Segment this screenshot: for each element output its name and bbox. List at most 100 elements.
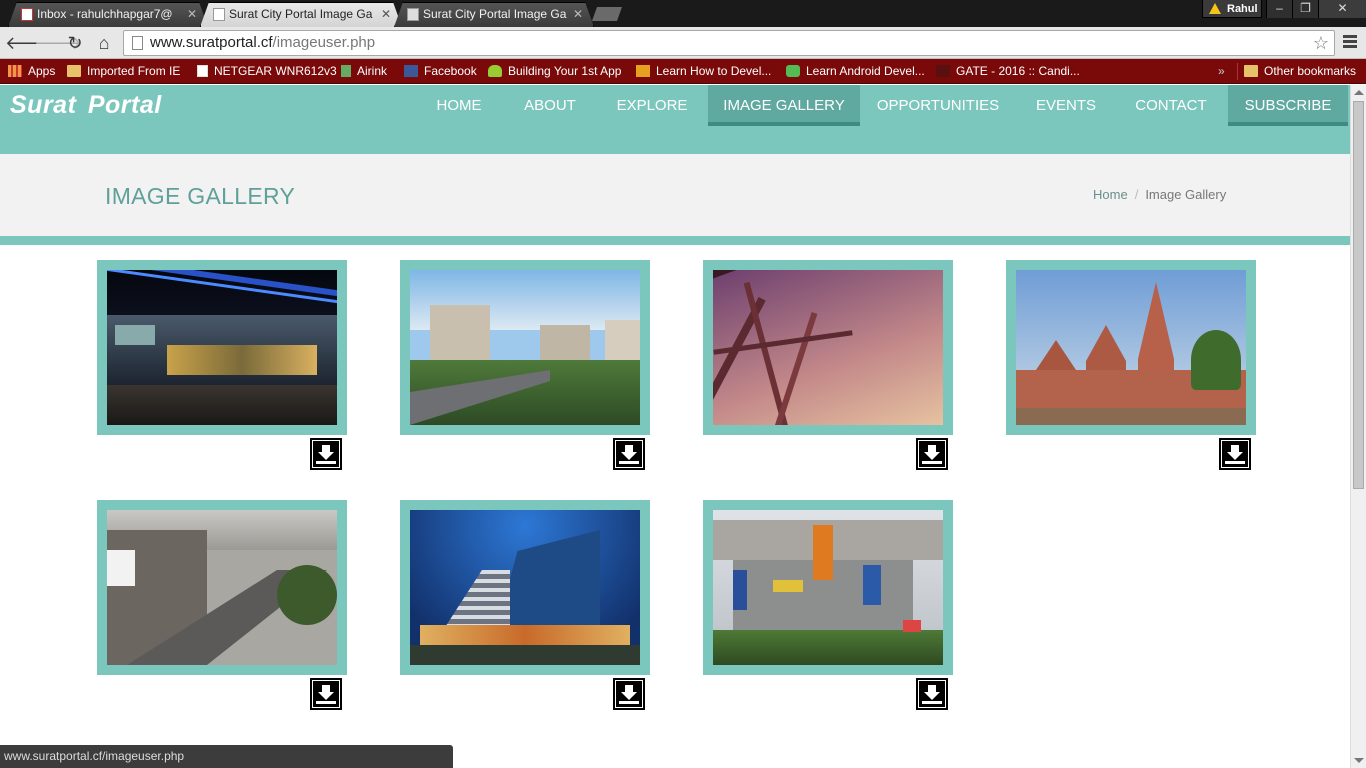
bookmark-label: NETGEAR WNR612v3: [214, 64, 337, 78]
nav-explore[interactable]: EXPLORE: [606, 85, 698, 126]
page-icon: [213, 8, 225, 21]
download-button[interactable]: [916, 438, 948, 470]
divider: [1237, 63, 1238, 80]
warning-icon: [1209, 3, 1221, 14]
page-icon: [132, 36, 143, 50]
reload-icon[interactable]: ↻: [63, 31, 87, 55]
site-logo[interactable]: Surat Portal: [10, 91, 162, 120]
close-icon[interactable]: ✕: [573, 3, 583, 26]
scroll-up-arrow-icon[interactable]: [1354, 90, 1364, 95]
browser-menu-icon[interactable]: [1343, 35, 1357, 49]
page-title: IMAGE GALLERY: [105, 183, 296, 209]
gallery-item-6[interactable]: [400, 500, 650, 675]
nav-home[interactable]: HOME: [422, 85, 496, 126]
apps-icon: [8, 65, 22, 77]
bookmarks-bar: Apps Imported From IE NETGEAR WNR612v3 A…: [0, 59, 1366, 84]
download-icon: [919, 441, 945, 467]
bookmark-star-icon[interactable]: ☆: [1313, 31, 1329, 55]
breadcrumb-home[interactable]: Home: [1093, 187, 1128, 202]
shield-icon: [786, 65, 800, 77]
bookmark-learn-how-to-develop[interactable]: Learn How to Devel...: [636, 59, 771, 84]
android-icon: [488, 65, 502, 77]
tab-inbox[interactable]: Inbox - rahulchhapgar7@ ✕: [8, 2, 208, 27]
tab-title: Surat City Portal Image Ga: [423, 7, 567, 21]
profile-button[interactable]: Rahul: [1202, 0, 1262, 18]
gate-icon: [936, 65, 950, 77]
gallery-item-1[interactable]: [97, 260, 347, 435]
gallery-image-mall[interactable]: [107, 270, 337, 425]
gallery-image-temple[interactable]: [1016, 270, 1246, 425]
gallery-item-3[interactable]: [703, 260, 953, 435]
download-icon: [313, 681, 339, 707]
nav-events[interactable]: EVENTS: [1024, 85, 1108, 126]
minimize-button[interactable]: –: [1266, 0, 1292, 18]
bookmark-gate-2016[interactable]: GATE - 2016 :: Candi...: [936, 59, 1080, 84]
url-host: www.suratportal.cf: [150, 34, 273, 51]
forward-arrow-icon[interactable]: 🡒: [34, 31, 82, 55]
download-button[interactable]: [613, 678, 645, 710]
download-button[interactable]: [916, 678, 948, 710]
download-icon: [616, 441, 642, 467]
profile-name: Rahul: [1227, 3, 1258, 15]
address-bar[interactable]: www.suratportal.cf/imageuser.php ☆: [123, 30, 1335, 56]
nav-opportunities[interactable]: OPPORTUNITIES: [872, 85, 1004, 126]
back-arrow-icon[interactable]: 🡐: [5, 31, 53, 55]
gallery-item-4[interactable]: [1006, 260, 1256, 435]
bookmark-label: Building Your 1st App: [508, 64, 622, 78]
scrollbar-thumb[interactable]: [1353, 101, 1364, 489]
download-button[interactable]: [613, 438, 645, 470]
page-icon: [407, 8, 419, 21]
breadcrumb: Home / Image Gallery: [1093, 187, 1226, 202]
gallery-image-apartment-complex[interactable]: [713, 510, 943, 665]
close-window-button[interactable]: ✕: [1318, 0, 1366, 18]
folder-icon: [1244, 65, 1258, 77]
new-tab-button[interactable]: [592, 7, 622, 21]
nav-subscribe[interactable]: SUBSCRIBE: [1228, 85, 1348, 126]
download-button[interactable]: [310, 438, 342, 470]
close-icon[interactable]: ✕: [187, 3, 197, 26]
tab-image-gallery[interactable]: Surat City Portal Image Ga ✕: [200, 2, 402, 27]
restore-button[interactable]: ❐: [1292, 0, 1318, 18]
bookmark-airink[interactable]: Airink: [341, 59, 387, 84]
browser-tab-strip: Inbox - rahulchhapgar7@ ✕ Surat City Por…: [0, 0, 1366, 27]
facebook-icon: [404, 65, 418, 77]
bookmark-facebook[interactable]: Facebook: [404, 59, 477, 84]
scroll-down-arrow-icon[interactable]: [1354, 758, 1364, 763]
page-viewport: Surat Portal HOME ABOUT EXPLORE IMAGE GA…: [0, 85, 1350, 768]
url-path: /imageuser.php: [272, 34, 376, 51]
bookmark-apps[interactable]: Apps: [8, 59, 55, 84]
bookmark-label: Airink: [357, 64, 388, 78]
gallery-image-flyover[interactable]: [107, 510, 337, 665]
bookmark-netgear[interactable]: NETGEAR WNR612v3: [197, 59, 337, 84]
gallery-item-2[interactable]: [400, 260, 650, 435]
close-icon[interactable]: ✕: [381, 3, 391, 26]
divider: [0, 236, 1350, 245]
download-icon: [919, 681, 945, 707]
download-button[interactable]: [1219, 438, 1251, 470]
download-icon: [616, 681, 642, 707]
breadcrumb-current: Image Gallery: [1145, 187, 1227, 202]
tab-image-gallery-2[interactable]: Surat City Portal Image Ga ✕: [394, 2, 594, 27]
gallery-item-7[interactable]: [703, 500, 953, 675]
bookmark-label: Apps: [28, 64, 56, 78]
download-button[interactable]: [310, 678, 342, 710]
folder-icon: [67, 65, 81, 77]
bookmark-learn-android[interactable]: Learn Android Devel...: [786, 59, 925, 84]
gallery-item-5[interactable]: [97, 500, 347, 675]
airink-icon: [341, 65, 351, 77]
gallery-image-city-road[interactable]: [410, 270, 640, 425]
nav-image-gallery[interactable]: IMAGE GALLERY: [708, 85, 860, 126]
gallery-image-glass-building[interactable]: [410, 510, 640, 665]
nav-contact[interactable]: CONTACT: [1124, 85, 1218, 126]
bookmark-building-first-app[interactable]: Building Your 1st App: [488, 59, 621, 84]
nav-about[interactable]: ABOUT: [510, 85, 590, 126]
site-header: Surat Portal HOME ABOUT EXPLORE IMAGE GA…: [0, 85, 1350, 154]
bookmark-other-bookmarks[interactable]: Other bookmarks: [1244, 59, 1356, 84]
page-scrollbar[interactable]: [1350, 85, 1366, 768]
gallery-image-bridge[interactable]: [713, 270, 943, 425]
breadcrumb-separator: /: [1134, 187, 1139, 202]
home-icon[interactable]: ⌂: [92, 31, 116, 55]
bookmark-label: Imported From IE: [87, 64, 181, 78]
bookmark-imported-from-ie[interactable]: Imported From IE: [67, 59, 180, 84]
bookmarks-overflow-button[interactable]: »: [1218, 59, 1225, 84]
